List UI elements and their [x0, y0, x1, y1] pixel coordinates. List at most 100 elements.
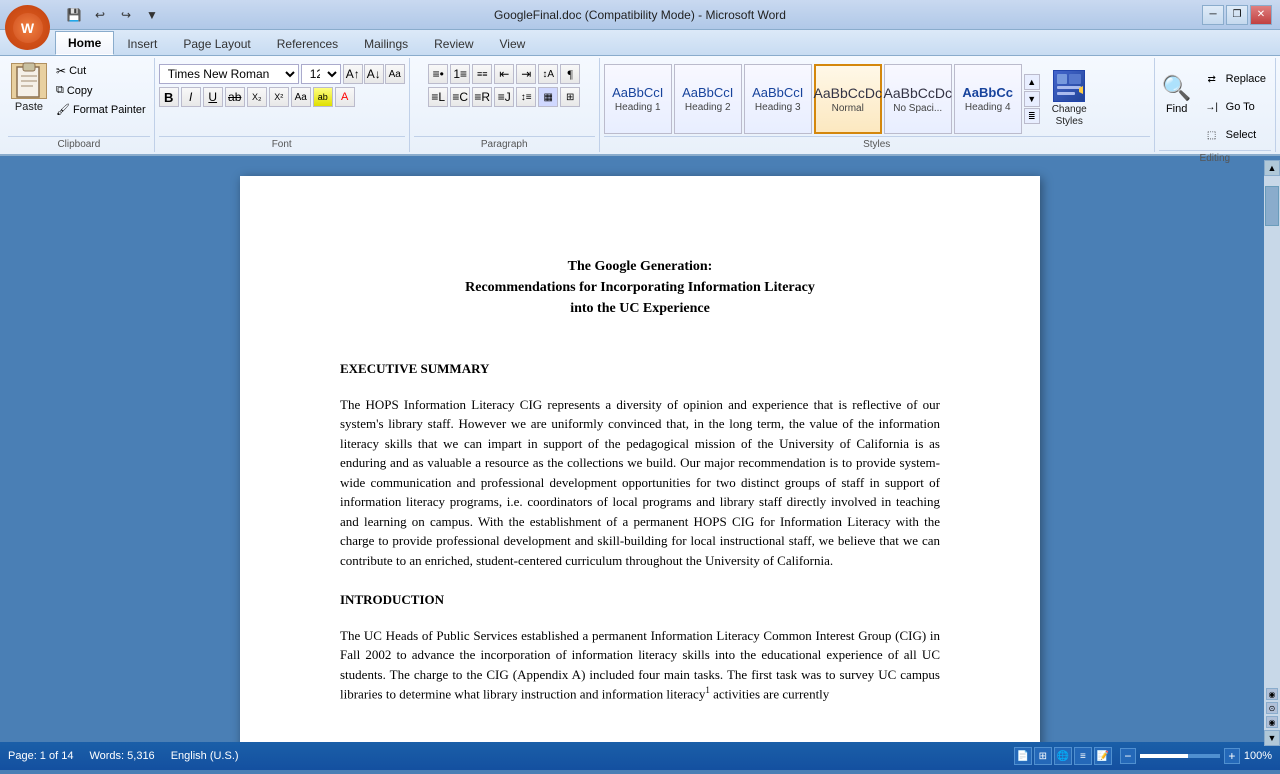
go-to-label: Go To [1226, 101, 1255, 113]
copy-icon: ⧉ [56, 84, 64, 97]
go-to-button[interactable]: →| Go To [1197, 94, 1271, 120]
align-right-button[interactable]: ≡R [472, 87, 492, 107]
font-color-button[interactable]: A [335, 87, 355, 107]
scroll-down-button[interactable]: ▼ [1264, 730, 1280, 746]
align-left-button[interactable]: ≡L [428, 87, 448, 107]
office-button[interactable]: W [5, 5, 50, 50]
select-icon: ⬚ [1202, 125, 1222, 145]
ribbon: Paste ✂ Cut ⧉ Copy 🖌 Format Painter Clip… [0, 56, 1280, 156]
style-normal-label: Normal [832, 103, 864, 114]
zoom-control: − + 100% [1120, 748, 1272, 764]
tab-home[interactable]: Home [55, 31, 114, 55]
tab-mailings[interactable]: Mailings [351, 32, 421, 55]
style-heading2[interactable]: AaBbCcI Heading 2 [674, 64, 742, 134]
copy-button[interactable]: ⧉ Copy [52, 82, 150, 99]
styles-scroll-up[interactable]: ▲ [1024, 74, 1040, 90]
numbering-button[interactable]: 1≡ [450, 64, 470, 84]
style-heading3-text: AaBbCcI [752, 85, 803, 100]
bullets-button[interactable]: ≡• [428, 64, 448, 84]
undo-button[interactable]: ↩ [89, 5, 111, 25]
redo-button[interactable]: ↪ [115, 5, 137, 25]
decrease-font-size-button[interactable]: A↓ [364, 64, 384, 84]
style-heading1[interactable]: AaBbCcI Heading 1 [604, 64, 672, 134]
styles-more[interactable]: ≣ [1024, 108, 1040, 124]
minimize-button[interactable]: ─ [1202, 5, 1224, 25]
draft-button[interactable]: 📝 [1094, 747, 1112, 765]
document-title-block: The Google Generation: Recommendations f… [340, 256, 940, 319]
tab-view[interactable]: View [487, 32, 539, 55]
paragraph-group: ≡• 1≡ ≡≡ ⇤ ⇥ ↕A ¶ ≡L ≡C ≡R ≡J ↕≡ ▦ ⊞ Par… [410, 58, 600, 152]
tab-insert[interactable]: Insert [114, 32, 170, 55]
web-layout-button[interactable]: 🌐 [1054, 747, 1072, 765]
borders-button[interactable]: ⊞ [560, 87, 580, 107]
tab-page-layout[interactable]: Page Layout [170, 32, 263, 55]
zoom-out-button[interactable]: − [1120, 748, 1136, 764]
multilevel-list-button[interactable]: ≡≡ [472, 64, 492, 84]
office-logo: W [21, 20, 34, 36]
font-group: Times New Roman 12 A↑ A↓ Aa B I U ab X₂ … [155, 58, 410, 152]
strikethrough-button[interactable]: ab [225, 87, 245, 107]
introduction-heading: INTRODUCTION [340, 590, 940, 610]
increase-font-size-button[interactable]: A↑ [343, 64, 363, 84]
restore-button[interactable]: ❐ [1226, 5, 1248, 25]
select-button[interactable]: ⬚ Select [1197, 122, 1271, 148]
underline-button[interactable]: U [203, 87, 223, 107]
clear-formatting-button[interactable]: Aa [385, 64, 405, 84]
scroll-select-object[interactable]: ⊙ [1266, 702, 1278, 714]
customize-button[interactable]: ▼ [141, 5, 163, 25]
select-label: Select [1226, 129, 1257, 141]
right-scrollbar: ▲ ◉ ⊙ ◉ ▼ [1264, 160, 1280, 746]
style-no-spacing[interactable]: AaBbCcDc No Spaci... [884, 64, 952, 134]
full-screen-button[interactable]: ⊞ [1034, 747, 1052, 765]
doc-title-line2: Recommendations for Incorporating Inform… [340, 277, 940, 298]
decrease-indent-button[interactable]: ⇤ [494, 64, 514, 84]
italic-button[interactable]: I [181, 87, 201, 107]
zoom-slider-track[interactable] [1140, 754, 1220, 758]
font-size-selector[interactable]: 12 [301, 64, 341, 84]
align-center-button[interactable]: ≡C [450, 87, 470, 107]
tab-references[interactable]: References [264, 32, 351, 55]
show-formatting-button[interactable]: ¶ [560, 64, 580, 84]
scroll-prev-page[interactable]: ◉ [1266, 688, 1278, 700]
print-layout-button[interactable]: 📄 [1014, 747, 1032, 765]
justify-button[interactable]: ≡J [494, 87, 514, 107]
scroll-up-button[interactable]: ▲ [1264, 160, 1280, 176]
shading-button[interactable]: ▦ [538, 87, 558, 107]
editing-group-label: Editing [1159, 150, 1271, 164]
find-button[interactable]: 🔍 Find [1159, 64, 1195, 124]
subscript-button[interactable]: X₂ [247, 87, 267, 107]
style-heading4-label: Heading 4 [965, 102, 1011, 113]
change-case-button[interactable]: Aa [291, 87, 311, 107]
replace-icon: ⇄ [1202, 69, 1222, 89]
paste-button[interactable]: Paste [8, 60, 50, 116]
highlight-color-button[interactable]: ab [313, 87, 333, 107]
cut-button[interactable]: ✂ Cut [52, 62, 150, 80]
document-container: The Google Generation: Recommendations f… [0, 156, 1280, 742]
doc-title-line3: into the UC Experience [340, 298, 940, 319]
bold-button[interactable]: B [159, 87, 179, 107]
scroll-next-page[interactable]: ◉ [1266, 716, 1278, 728]
line-spacing-button[interactable]: ↕≡ [516, 87, 536, 107]
style-heading1-text: AaBbCcI [612, 85, 663, 100]
format-painter-button[interactable]: 🖌 Format Painter [52, 101, 150, 118]
sort-button[interactable]: ↕A [538, 64, 558, 84]
font-selector[interactable]: Times New Roman [159, 64, 299, 84]
save-button[interactable]: 💾 [63, 5, 85, 25]
style-heading4[interactable]: AaBbCc Heading 4 [954, 64, 1022, 134]
outline-button[interactable]: ≡ [1074, 747, 1092, 765]
style-heading3[interactable]: AaBbCcI Heading 3 [744, 64, 812, 134]
cut-label: Cut [69, 65, 86, 77]
increase-indent-button[interactable]: ⇥ [516, 64, 536, 84]
style-heading1-label: Heading 1 [615, 102, 661, 113]
replace-button[interactable]: ⇄ Replace [1197, 66, 1271, 92]
tab-review[interactable]: Review [421, 32, 486, 55]
scroll-thumb[interactable] [1265, 186, 1279, 226]
style-normal[interactable]: AaBbCcDc Normal [814, 64, 882, 134]
zoom-in-button[interactable]: + [1224, 748, 1240, 764]
close-button[interactable]: ✕ [1250, 5, 1272, 25]
find-label: Find [1166, 103, 1187, 115]
styles-scroll-down[interactable]: ▼ [1024, 91, 1040, 107]
styles-group: AaBbCcI Heading 1 AaBbCcI Heading 2 AaBb… [600, 58, 1155, 152]
change-styles-button[interactable]: ChangeStyles [1042, 66, 1097, 132]
superscript-button[interactable]: X² [269, 87, 289, 107]
